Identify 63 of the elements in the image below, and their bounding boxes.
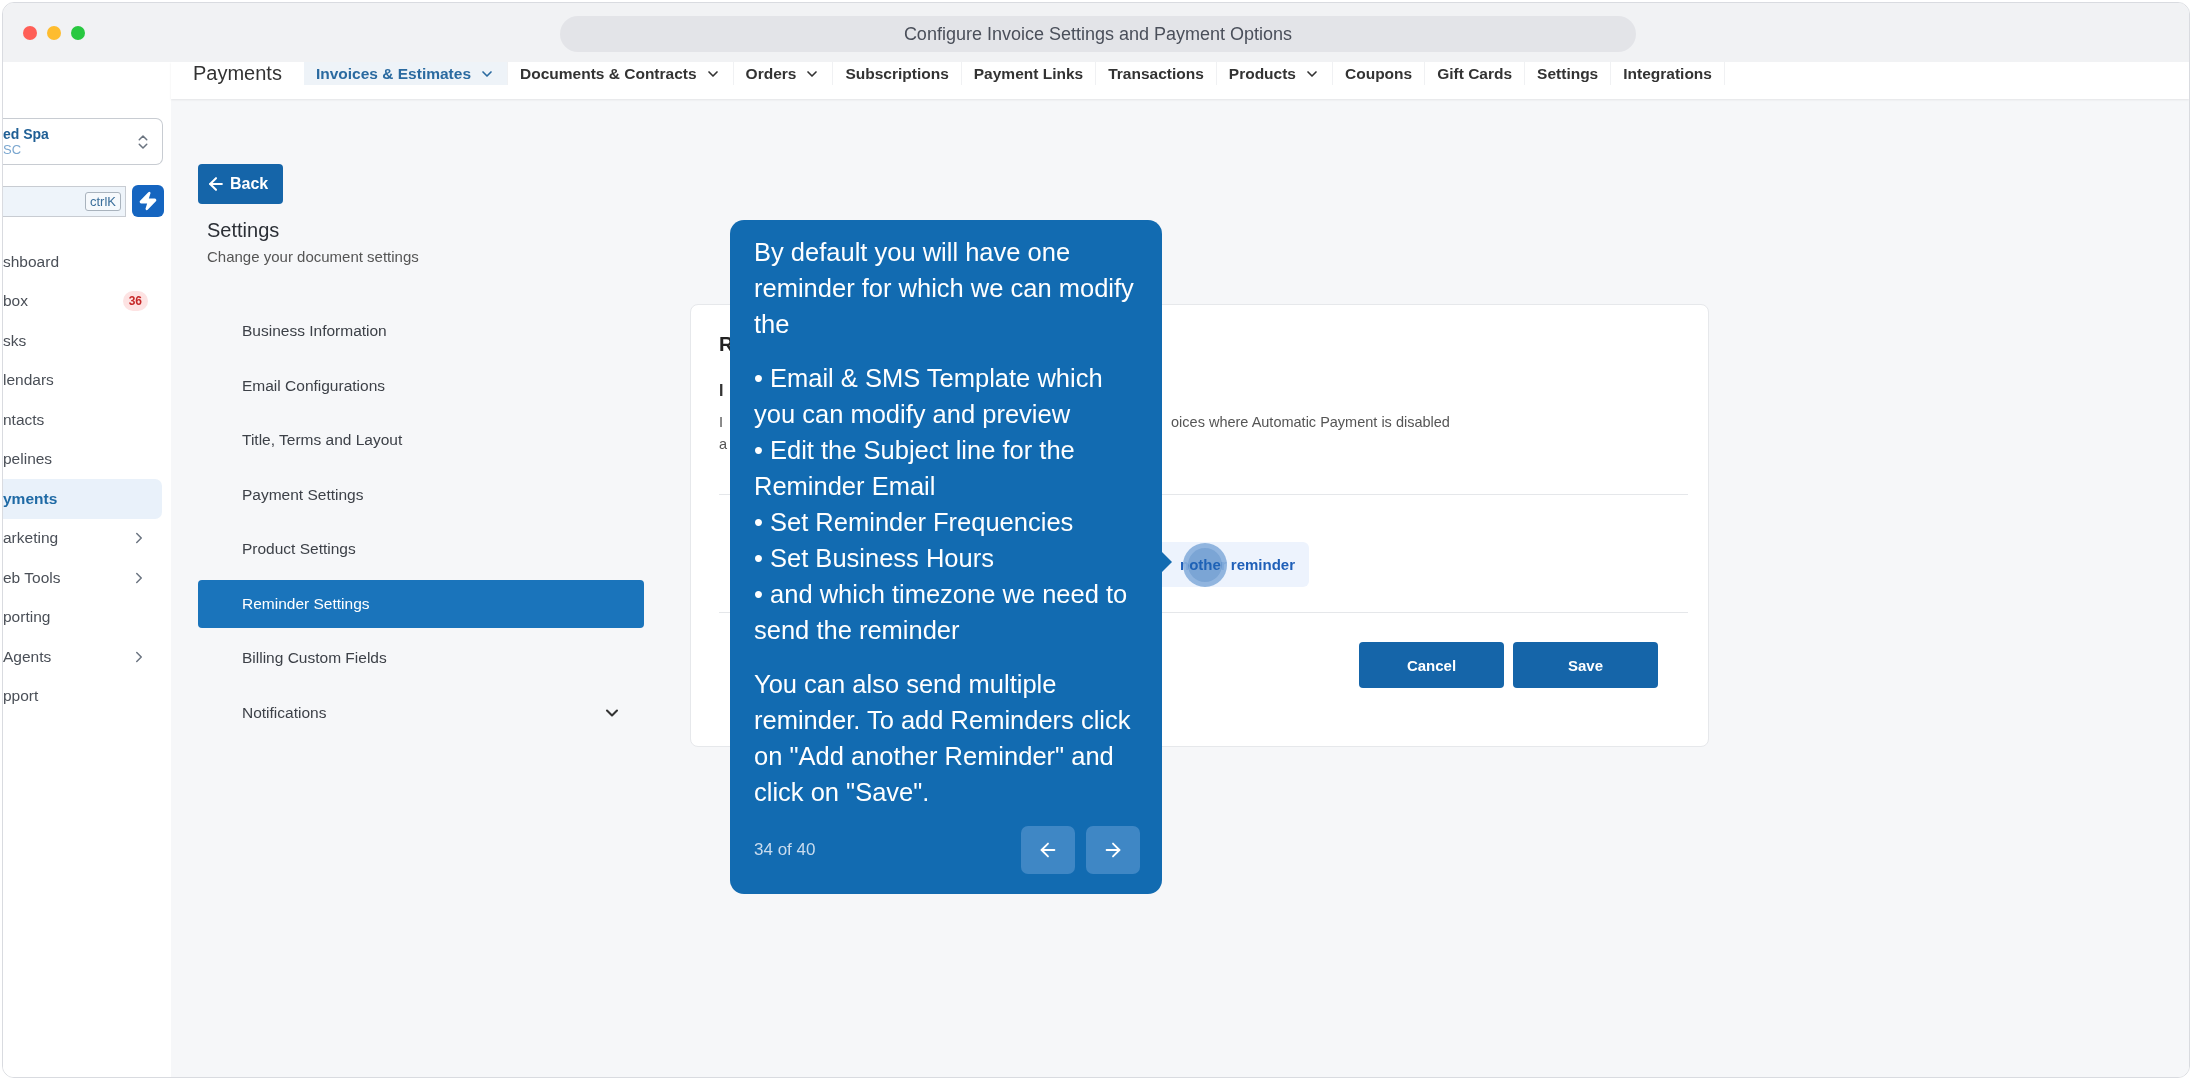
- settings-menu-item[interactable]: Title, Terms and Layout: [198, 416, 644, 464]
- search-field[interactable]: ctrlK: [3, 185, 126, 217]
- section-title: I: [719, 382, 725, 400]
- nav-tab[interactable]: Transactions: [1096, 62, 1217, 85]
- location-selector[interactable]: ed Spa SC: [3, 118, 163, 165]
- sidebar-item[interactable]: arketing: [3, 518, 162, 558]
- nav-tab[interactable]: Settings: [1525, 62, 1612, 85]
- settings-menu-item[interactable]: Product Settings: [198, 525, 644, 573]
- tooltip-bullet: • Set Business Hours: [754, 543, 995, 574]
- settings-menu-item[interactable]: Email Configurations: [198, 361, 644, 410]
- nav-tab[interactable]: Invoices & Estimates: [303, 62, 508, 85]
- settings-subtitle: Change your document settings: [207, 248, 420, 265]
- tooltip-text: By default you will have one reminder for which we can modify the: [754, 237, 1135, 340]
- sidebar-item[interactable]: shboard: [3, 242, 162, 282]
- count-badge: 36: [122, 291, 148, 312]
- description-text: oices where Automatic Payment is disabled: [1171, 414, 1450, 430]
- nav-tab[interactable]: Subscriptions: [833, 62, 962, 85]
- location-name: ed Spa: [3, 126, 49, 142]
- sidebar-item[interactable]: porting: [3, 597, 162, 637]
- nav-tab[interactable]: Integrations: [1611, 62, 1725, 85]
- shortcut-key: ctrlK: [85, 191, 121, 211]
- nav-tab[interactable]: Products: [1216, 62, 1333, 85]
- cancel-button[interactable]: Cancel: [1359, 642, 1504, 688]
- tooltip-bullet: • and which timezone we need to send the reminder: [754, 579, 1129, 646]
- window-title: Configure Invoice Settings and Payment Options: [560, 16, 1636, 52]
- sidebar-item[interactable]: yments: [3, 479, 162, 519]
- minimize-dot-icon: [47, 25, 61, 40]
- save-button[interactable]: Save: [1513, 642, 1658, 688]
- tooltip-bullet: • Email & SMS Template which you can modify and preview: [754, 363, 1104, 430]
- nav-tab[interactable]: Gift Cards: [1425, 62, 1526, 85]
- sidebar-item[interactable]: box 36: [3, 281, 162, 321]
- tooltip-bullet: • Set Reminder Frequencies: [754, 507, 1075, 538]
- sidebar-item[interactable]: ntacts: [3, 400, 162, 440]
- step-counter: 34 of 40: [754, 840, 816, 860]
- sidebar-item[interactable]: pelines: [3, 439, 162, 479]
- lightning-icon: [138, 191, 158, 211]
- settings-menu-item[interactable]: Reminder Settings: [198, 579, 644, 628]
- settings-title: Settings: [207, 219, 281, 242]
- location-subtitle: SC: [3, 142, 23, 157]
- page-title: Payments: [193, 62, 282, 85]
- tooltip-bullet: • Edit the Subject line for the Reminder Email: [754, 435, 1076, 502]
- close-dot-icon: [23, 25, 37, 40]
- settings-menu-item[interactable]: Payment Settings: [198, 470, 644, 519]
- sidebar-item[interactable]: lendars: [3, 360, 162, 400]
- sidebar-item[interactable]: Agents: [3, 637, 162, 677]
- description-text: I: [719, 414, 724, 430]
- sidebar-item[interactable]: eb Tools: [3, 558, 162, 598]
- back-button[interactable]: Back: [198, 164, 283, 204]
- nav-tab[interactable]: Payment Links: [961, 62, 1097, 85]
- description-text: a: [719, 436, 728, 452]
- nav-tab[interactable]: Coupons: [1333, 62, 1426, 85]
- settings-menu-item[interactable]: Billing Custom Fields: [198, 634, 644, 682]
- sidebar-item[interactable]: sks: [3, 321, 162, 361]
- tooltip-text: You can also send multiple reminder. To add Reminders click on "Add another Reminder" and click on "Save".: [754, 669, 1132, 808]
- sidebar-item[interactable]: pport: [3, 676, 162, 716]
- settings-menu-item[interactable]: Notifications: [198, 688, 644, 737]
- previous-button[interactable]: [1021, 826, 1075, 874]
- settings-menu-item[interactable]: Business Information: [198, 307, 644, 355]
- maximize-dot-icon: [71, 25, 85, 40]
- nav-tab[interactable]: Documents & Contracts: [508, 62, 734, 85]
- lightning-button[interactable]: [132, 185, 164, 217]
- next-button[interactable]: [1086, 826, 1140, 874]
- nav-tab[interactable]: Orders: [733, 62, 834, 85]
